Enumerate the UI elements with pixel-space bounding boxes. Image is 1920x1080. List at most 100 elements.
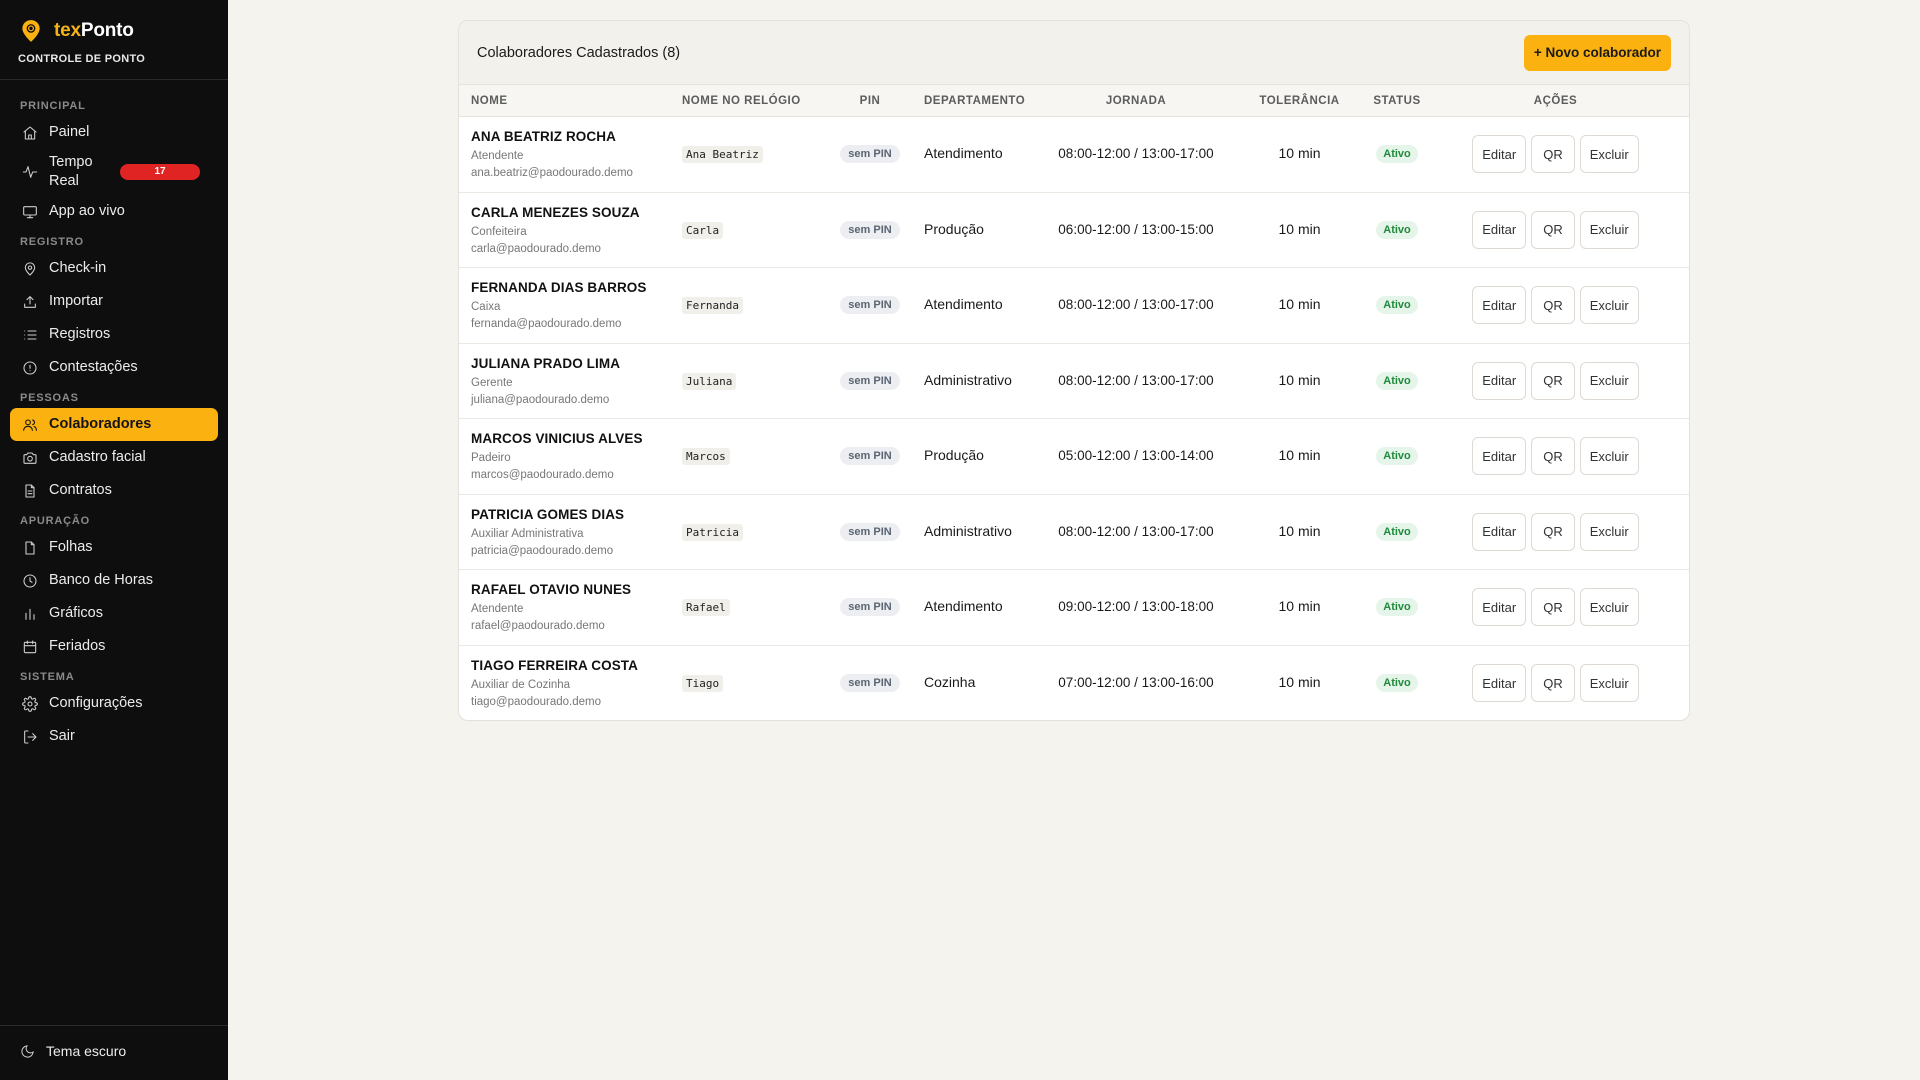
file-icon	[22, 540, 38, 556]
edit-button[interactable]: Editar	[1472, 512, 1527, 551]
delete-button[interactable]: Excluir	[1579, 588, 1639, 627]
delete-button[interactable]: Excluir	[1579, 135, 1639, 174]
cell-department: Atendimento	[910, 296, 1045, 314]
brand-name-part1: tex	[54, 20, 81, 41]
employee-name: JULIANA PRADO LIMA	[471, 355, 621, 371]
delete-button[interactable]: Excluir	[1579, 286, 1639, 325]
cell-actions: Editar QR Excluir	[1422, 135, 1689, 174]
cell-schedule: 08:00-12:00 / 13:00-17:00	[1045, 523, 1227, 541]
column-header-department: DEPARTAMENTO	[924, 94, 1026, 107]
cell-pin: sem PIN	[830, 522, 910, 541]
delete-button[interactable]: Excluir	[1579, 512, 1639, 551]
cell-status: Ativo	[1372, 371, 1422, 390]
cell-schedule: 08:00-12:00 / 13:00-17:00	[1045, 372, 1227, 390]
qr-button[interactable]: QR	[1531, 361, 1575, 400]
users-icon	[22, 417, 38, 433]
sidebar-item-graficos[interactable]: Gráficos	[10, 597, 218, 630]
pin-badge: sem PIN	[840, 220, 900, 239]
schedule-text: 08:00-12:00 / 13:00-17:00	[1058, 372, 1214, 388]
sidebar-item-banco-de-horas[interactable]: Banco de Horas	[10, 564, 218, 597]
schedule-text: 07:00-12:00 / 13:00-16:00	[1058, 675, 1214, 691]
status-badge: Ativo	[1376, 371, 1418, 390]
sidebar-item-painel[interactable]: Painel	[10, 116, 218, 149]
sidebar-item-tempo-real[interactable]: Tempo Real 17	[10, 149, 218, 195]
qr-button[interactable]: QR	[1531, 210, 1575, 249]
sidebar-item-importar[interactable]: Importar	[10, 285, 218, 318]
tolerance-text: 10 min	[1278, 145, 1321, 162]
sidebar-item-colaboradores[interactable]: Colaboradores	[10, 408, 218, 441]
sidebar-item-label: Configurações	[49, 695, 143, 711]
clock-name-chip: Ana Beatriz	[682, 146, 763, 164]
sidebar-item-label: Colaboradores	[49, 416, 152, 432]
employee-role: Auxiliar Administrativa	[471, 527, 584, 540]
delete-button[interactable]: Excluir	[1579, 664, 1639, 703]
employee-name: ANA BEATRIZ ROCHA	[471, 129, 616, 145]
cell-pin: sem PIN	[830, 371, 910, 390]
activity-icon	[22, 164, 38, 180]
sidebar-item-contestacoes[interactable]: Contestações	[10, 351, 218, 384]
employee-name: PATRICIA GOMES DIAS	[471, 506, 625, 522]
edit-button[interactable]: Editar	[1472, 135, 1527, 174]
delete-button[interactable]: Excluir	[1579, 361, 1639, 400]
cell-actions: Editar QR Excluir	[1422, 588, 1689, 627]
cell-tolerance: 10 min	[1227, 296, 1372, 314]
qr-button[interactable]: QR	[1531, 437, 1575, 476]
pin-badge: sem PIN	[840, 447, 900, 466]
edit-button[interactable]: Editar	[1472, 361, 1527, 400]
edit-button[interactable]: Editar	[1472, 210, 1527, 249]
schedule-text: 06:00-12:00 / 13:00-15:00	[1058, 221, 1214, 237]
edit-button[interactable]: Editar	[1472, 664, 1527, 703]
sidebar-item-check-in[interactable]: Check-in	[10, 252, 218, 285]
sidebar-item-registros[interactable]: Registros	[10, 318, 218, 351]
sidebar-item-sair[interactable]: Sair	[10, 720, 218, 753]
delete-button[interactable]: Excluir	[1579, 210, 1639, 249]
employee-email: carla@paodourado.demo	[471, 242, 601, 255]
table-row: PATRICIA GOMES DIAS Auxiliar Administrat…	[459, 495, 1689, 570]
cell-actions: Editar QR Excluir	[1422, 361, 1689, 400]
cell-tolerance: 10 min	[1227, 523, 1372, 541]
cell-status: Ativo	[1372, 145, 1422, 164]
sidebar-item-cadastro-facial[interactable]: Cadastro facial	[10, 441, 218, 474]
edit-button[interactable]: Editar	[1472, 437, 1527, 476]
schedule-text: 08:00-12:00 / 13:00-17:00	[1058, 523, 1214, 539]
sidebar-item-app-ao-vivo[interactable]: App ao vivo	[10, 195, 218, 228]
table-row: TIAGO FERREIRA COSTA Auxiliar de Cozinha…	[459, 646, 1689, 721]
department-text: Atendimento	[924, 145, 1003, 162]
pin-badge: sem PIN	[840, 145, 900, 164]
qr-button[interactable]: QR	[1531, 664, 1575, 703]
sidebar-item-label: Importar	[49, 293, 103, 309]
status-badge: Ativo	[1376, 145, 1418, 164]
edit-button[interactable]: Editar	[1472, 588, 1527, 627]
sidebar-item-feriados[interactable]: Feriados	[10, 630, 218, 663]
sidebar-item-label: Contestações	[49, 359, 138, 375]
section-label-apuracao: APURAÇÃO	[20, 515, 90, 527]
theme-toggle[interactable]: Tema escuro	[20, 1043, 126, 1059]
delete-button[interactable]: Excluir	[1579, 437, 1639, 476]
employee-name: MARCOS VINICIUS ALVES	[471, 431, 643, 447]
edit-button[interactable]: Editar	[1472, 286, 1527, 325]
qr-button[interactable]: QR	[1531, 512, 1575, 551]
clock-name-chip: Fernanda	[682, 297, 743, 315]
schedule-text: 09:00-12:00 / 13:00-18:00	[1058, 599, 1214, 615]
sidebar-item-folhas[interactable]: Folhas	[10, 531, 218, 564]
column-header-pin: PIN	[859, 94, 881, 107]
qr-button[interactable]: QR	[1531, 286, 1575, 325]
tolerance-text: 10 min	[1278, 371, 1321, 388]
clock-name-chip: Rafael	[682, 599, 730, 617]
cell-department: Administrativo	[910, 372, 1045, 390]
employee-role: Atendente	[471, 603, 524, 616]
sidebar-item-label: Banco de Horas	[49, 572, 153, 588]
map-pin-icon	[22, 261, 38, 277]
qr-button[interactable]: QR	[1531, 588, 1575, 627]
clock-icon	[22, 573, 38, 589]
card-header: Colaboradores Cadastrados (8) + Novo col…	[459, 21, 1689, 85]
sidebar-item-configuracoes[interactable]: Configurações	[10, 687, 218, 720]
status-badge: Ativo	[1376, 447, 1418, 466]
employee-name: TIAGO FERREIRA COSTA	[471, 658, 638, 674]
cell-pin: sem PIN	[830, 145, 910, 164]
sidebar-nav: PRINCIPAL Painel Tempo Real 17 App ao vivo RE…	[10, 92, 218, 753]
sidebar-item-contratos[interactable]: Contratos	[10, 474, 218, 507]
new-employee-button[interactable]: + Novo colaborador	[1523, 34, 1671, 71]
qr-button[interactable]: QR	[1531, 135, 1575, 174]
sidebar-item-label: Tempo Real	[49, 154, 93, 189]
